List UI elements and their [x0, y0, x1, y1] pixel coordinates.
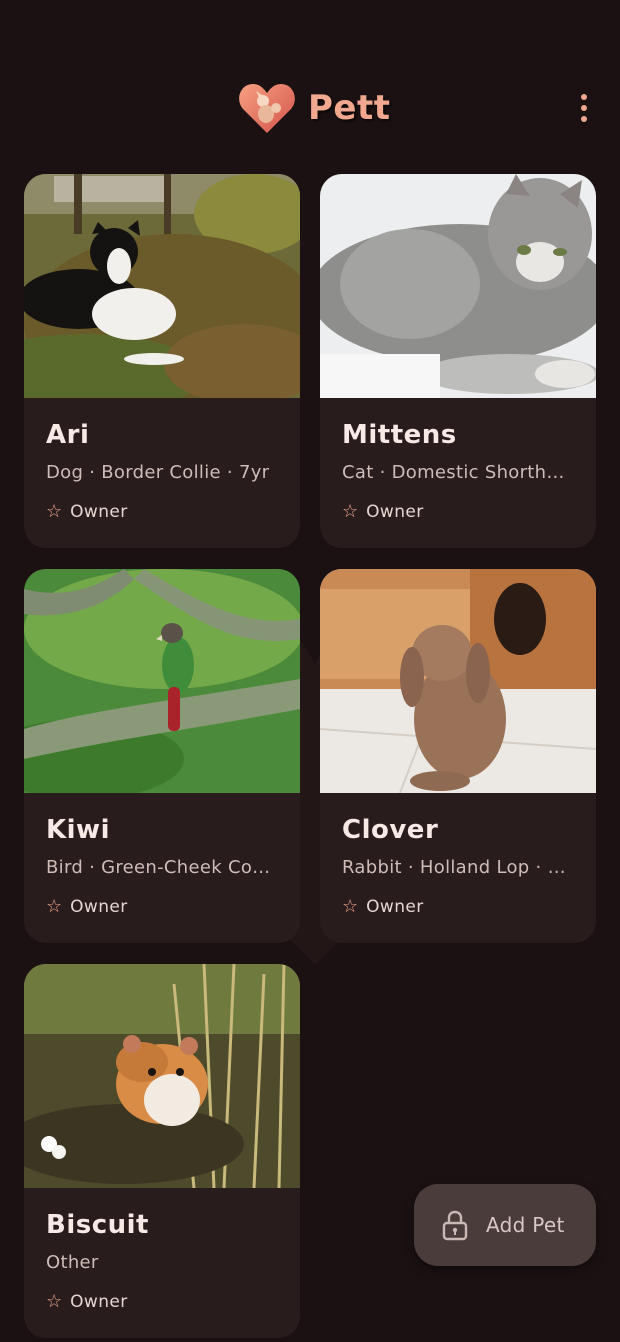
dog-photo	[24, 174, 300, 398]
bird-photo	[24, 569, 300, 793]
pet-name: Mittens	[342, 420, 457, 450]
pet-details: Other	[46, 1252, 99, 1273]
pet-details: Dog · Border Collie · 7yr	[46, 462, 270, 483]
app-header: Pett	[0, 70, 620, 146]
role-label: Owner	[366, 502, 424, 522]
pet-photo	[24, 174, 300, 398]
pet-card-kiwi[interactable]: Kiwi Bird · Green-Cheek Co… ☆ Owner	[24, 569, 300, 943]
app-screen: Pett Ari Dog · Border Collie · 7yr ☆ Own…	[0, 0, 620, 1342]
pet-photo	[320, 569, 596, 793]
role-label: Owner	[70, 1292, 128, 1312]
pet-name: Biscuit	[46, 1210, 149, 1240]
star-icon: ☆	[46, 1291, 63, 1312]
pet-details: Rabbit · Holland Lop · …	[342, 857, 566, 878]
pet-name: Kiwi	[46, 815, 110, 845]
pet-photo	[24, 569, 300, 793]
pet-card-mittens[interactable]: Mittens Cat · Domestic Shorth… ☆ Owner	[320, 174, 596, 548]
pet-card-biscuit[interactable]: Biscuit Other ☆ Owner	[24, 964, 300, 1338]
pet-role: ☆ Owner	[342, 502, 424, 522]
pet-details: Bird · Green-Cheek Co…	[46, 857, 271, 878]
pet-role: ☆ Owner	[46, 1292, 128, 1312]
heart-pet-logo-icon	[239, 84, 295, 133]
pet-photo	[24, 964, 300, 1188]
star-icon: ☆	[46, 501, 63, 522]
cat-photo	[320, 174, 596, 398]
pet-role: ☆ Owner	[342, 897, 424, 917]
pet-card-ari[interactable]: Ari Dog · Border Collie · 7yr ☆ Owner	[24, 174, 300, 548]
pet-card-clover[interactable]: Clover Rabbit · Holland Lop · … ☆ Owner	[320, 569, 596, 943]
role-label: Owner	[70, 502, 128, 522]
add-pet-button[interactable]: Add Pet	[414, 1184, 596, 1266]
hamster-photo	[24, 964, 300, 1188]
pet-role: ☆ Owner	[46, 897, 128, 917]
pet-role: ☆ Owner	[46, 502, 128, 522]
pet-name: Clover	[342, 815, 439, 845]
star-icon: ☆	[342, 896, 359, 917]
rabbit-photo	[320, 569, 596, 793]
add-pet-label: Add Pet	[486, 1213, 565, 1237]
star-icon: ☆	[342, 501, 359, 522]
pet-photo	[320, 174, 596, 398]
brand: Pett	[238, 80, 390, 136]
pet-name: Ari	[46, 420, 90, 450]
lock-icon	[442, 1210, 468, 1241]
app-title: Pett	[308, 88, 391, 128]
star-icon: ☆	[46, 896, 63, 917]
role-label: Owner	[366, 897, 424, 917]
role-label: Owner	[70, 897, 128, 917]
more-vert-icon[interactable]	[568, 88, 600, 128]
pet-details: Cat · Domestic Shorth…	[342, 462, 565, 483]
